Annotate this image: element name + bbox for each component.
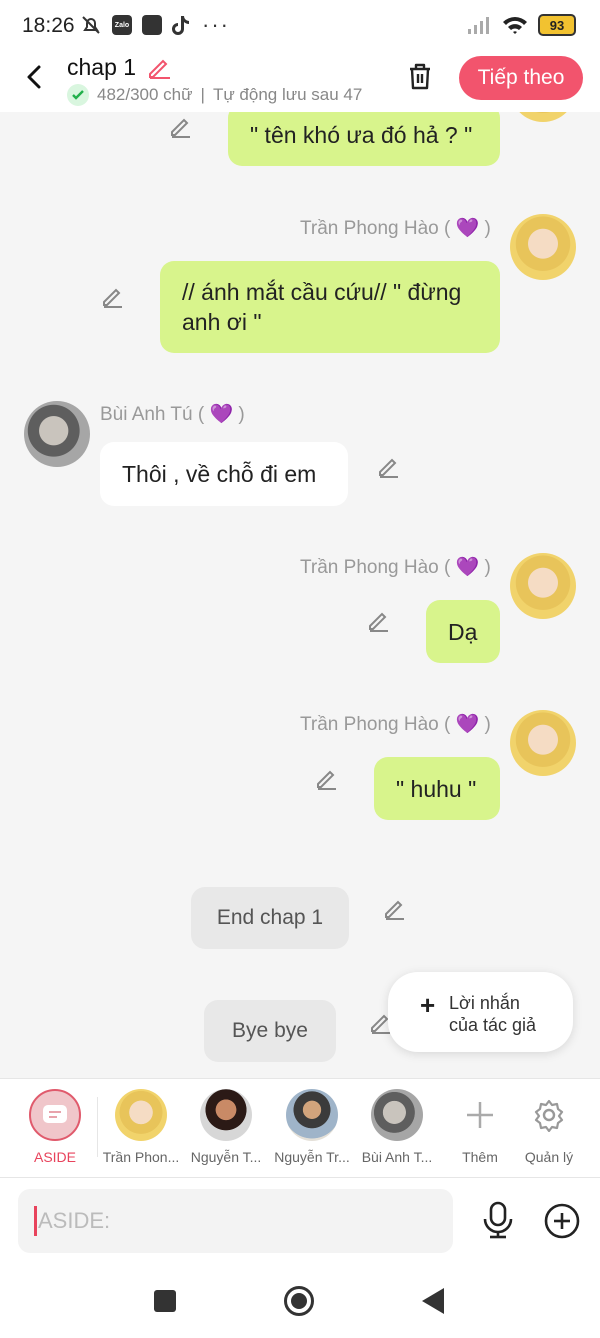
home-icon[interactable] xyxy=(284,1286,314,1316)
back-arrow-icon[interactable] xyxy=(20,62,50,92)
character-bar: ASIDE Trần Phon... Nguyễn T... Nguyễn Tr… xyxy=(0,1078,600,1178)
character-tran-phong-hao[interactable]: Trần Phon... xyxy=(99,1089,183,1165)
avatar[interactable] xyxy=(510,710,576,776)
sender-name: Trần Phong Hào ( 💜 ) xyxy=(300,714,491,735)
mute-bell-icon xyxy=(82,16,100,34)
edit-title-icon[interactable] xyxy=(146,54,172,80)
sender-name: Bùi Anh Tú ( 💜 ) xyxy=(100,404,245,425)
message-bubble[interactable]: Thôi , về chỗ đi em xyxy=(100,442,348,506)
character-nguyen-1[interactable]: Nguyễn T... xyxy=(184,1089,268,1165)
sender-name: Trần Phong Hào ( 💜 ) xyxy=(300,218,491,239)
next-button[interactable]: Tiếp theo xyxy=(459,56,583,100)
message-bubble[interactable]: Dạ xyxy=(426,600,500,663)
edit-message-icon[interactable] xyxy=(376,454,402,480)
avatar[interactable] xyxy=(510,553,576,619)
microphone-icon[interactable] xyxy=(480,1200,516,1240)
divider xyxy=(97,1097,98,1157)
add-circle-icon[interactable] xyxy=(543,1202,581,1240)
gear-icon xyxy=(534,1099,564,1132)
character-bui-anh-tu[interactable]: Bùi Anh T... xyxy=(355,1089,439,1165)
more-notifications-icon: ··· xyxy=(202,12,230,37)
manage-label: Quản lý xyxy=(524,1149,574,1165)
message-input[interactable]: ASIDE: xyxy=(18,1189,453,1253)
autosave-status: Tự động lưu sau 47 xyxy=(212,85,363,104)
edit-message-icon[interactable] xyxy=(168,114,194,140)
edit-message-icon[interactable] xyxy=(366,608,392,634)
input-placeholder: ASIDE: xyxy=(38,1208,111,1233)
wifi-icon xyxy=(503,17,527,34)
app-icon xyxy=(142,15,162,35)
avatar xyxy=(371,1089,423,1141)
narration-bubble[interactable]: End chap 1 xyxy=(191,887,349,949)
tiktok-icon xyxy=(172,16,189,35)
avatar xyxy=(286,1089,338,1141)
edit-message-icon[interactable] xyxy=(100,284,126,310)
avatar[interactable] xyxy=(510,214,576,280)
avatar xyxy=(115,1089,167,1141)
author-note-button[interactable]: + Lời nhắn của tác giả xyxy=(388,972,573,1052)
edit-message-icon[interactable] xyxy=(314,766,340,792)
input-row: ASIDE: xyxy=(0,1178,600,1258)
avatar[interactable] xyxy=(24,401,90,467)
character-label: Nguyễn Tr... xyxy=(274,1149,350,1165)
manage-button[interactable]: Quản lý xyxy=(507,1089,591,1165)
text-caret xyxy=(34,1206,37,1236)
check-circle-icon xyxy=(67,84,89,106)
character-label: ASIDE xyxy=(33,1149,76,1165)
sender-name: Trần Phong Hào ( 💜 ) xyxy=(300,557,491,578)
chat-area[interactable]: " tên khó ưa đó hả ? " Trần Phong Hào ( … xyxy=(0,112,600,1078)
status-time: 18:26 xyxy=(22,14,75,37)
message-bubble[interactable]: // ánh mắt cầu cứu// " đừng anh ơi " xyxy=(160,261,500,353)
character-label: Trần Phon... xyxy=(102,1149,180,1165)
avatar xyxy=(200,1089,252,1141)
status-bar: 18:26 Zalo ··· 93 xyxy=(0,0,600,54)
avatar[interactable] xyxy=(510,112,576,122)
character-label: Nguyễn T... xyxy=(190,1149,262,1165)
character-nguyen-2[interactable]: Nguyễn Tr... xyxy=(270,1089,354,1165)
character-label: Bùi Anh T... xyxy=(361,1149,433,1165)
system-back-icon[interactable] xyxy=(422,1288,444,1314)
aside-chat-icon xyxy=(43,1105,67,1123)
message-bubble[interactable]: " huhu " xyxy=(374,757,500,820)
editor-header: chap 1 482/300 chữ | Tự động lưu sau 47 … xyxy=(0,54,600,112)
battery-icon: 93 xyxy=(538,14,576,36)
author-note-label-2: của tác giả xyxy=(449,1015,537,1035)
separator: | xyxy=(200,85,205,104)
trash-icon[interactable] xyxy=(404,60,436,92)
system-nav-bar xyxy=(0,1258,600,1338)
zalo-icon: Zalo xyxy=(112,15,132,35)
signal-icon xyxy=(468,17,489,34)
chapter-title[interactable]: chap 1 xyxy=(67,54,136,81)
author-note-label-1: Lời nhắn xyxy=(449,993,520,1013)
recent-apps-icon[interactable] xyxy=(154,1290,176,1312)
message-bubble[interactable]: " tên khó ưa đó hả ? " xyxy=(228,112,500,166)
edit-message-icon[interactable] xyxy=(382,896,408,922)
plus-icon: + xyxy=(420,990,436,1020)
character-aside[interactable]: ASIDE xyxy=(13,1089,97,1165)
narration-bubble[interactable]: Bye bye xyxy=(204,1000,336,1062)
word-count: 482/300 chữ xyxy=(97,85,193,104)
plus-icon xyxy=(467,1102,493,1128)
